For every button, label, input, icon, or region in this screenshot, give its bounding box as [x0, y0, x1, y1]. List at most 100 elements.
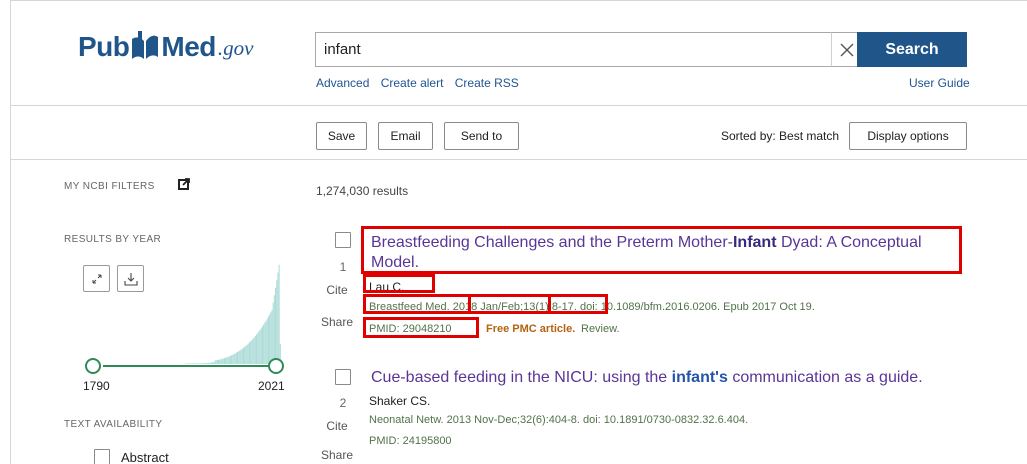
year-bar	[266, 318, 268, 364]
year-bar	[207, 362, 209, 364]
logo-pub: Pub	[78, 31, 130, 62]
header: Pub Med .gov Search Advanced Create aler…	[11, 1, 1027, 106]
results-by-year-chart[interactable]	[91, 256, 281, 366]
cite-button[interactable]: Cite	[317, 283, 357, 297]
save-button[interactable]: Save	[316, 122, 367, 150]
result-title-link[interactable]: Cue-based feeding in the NICU: using the…	[371, 368, 991, 388]
year-bar	[195, 363, 197, 364]
share-button[interactable]: Share	[317, 315, 357, 329]
year-bar	[238, 351, 240, 364]
year-end-handle[interactable]	[268, 358, 284, 374]
year-bar	[220, 359, 222, 364]
year-bar	[196, 363, 198, 364]
year-bar	[228, 356, 230, 364]
year-bar	[259, 329, 261, 364]
highlight-author	[363, 274, 435, 293]
year-bar	[221, 358, 223, 364]
highlight-pmid	[363, 317, 479, 338]
year-bar	[194, 363, 196, 364]
create-alert-link[interactable]: Create alert	[381, 76, 444, 90]
highlight-title	[361, 226, 962, 274]
display-options-button[interactable]: Display options	[849, 122, 967, 150]
year-bar	[244, 346, 246, 364]
year-bar	[222, 358, 224, 364]
logo-gov: .gov	[217, 36, 254, 60]
year-bar	[253, 337, 255, 364]
year-bar	[234, 353, 236, 364]
cite-button[interactable]: Cite	[317, 419, 357, 433]
year-histogram	[186, 264, 281, 364]
year-bar	[208, 362, 210, 364]
year-bar	[210, 362, 212, 364]
free-pmc-badge: Free PMC article.	[486, 323, 576, 335]
year-bar	[267, 316, 269, 364]
highlight-journal	[363, 294, 471, 314]
create-rss-link[interactable]: Create RSS	[455, 76, 519, 90]
year-bar	[262, 326, 263, 364]
text-availability-label: TEXT AVAILABILITY	[64, 419, 163, 430]
year-bar	[215, 360, 217, 364]
abstract-label[interactable]: Abstract	[121, 450, 169, 464]
year-bar	[273, 295, 275, 364]
year-bar	[258, 331, 260, 364]
email-button[interactable]: Email	[378, 122, 433, 150]
year-start-handle[interactable]	[85, 358, 101, 374]
share-button[interactable]: Share	[317, 448, 357, 462]
year-bar	[254, 335, 256, 364]
doi-text: doi: 10.1089/bfm.2016.0206. Epub 2017 Oc…	[580, 301, 815, 313]
year-bar	[260, 328, 262, 364]
year-bar	[191, 363, 193, 364]
year-bar	[248, 342, 250, 364]
year-bar	[257, 332, 259, 364]
year-bar	[186, 363, 187, 364]
result-checkbox[interactable]	[335, 369, 351, 385]
search-options: Advanced Create alert Create RSS	[316, 76, 527, 90]
year-bar	[202, 363, 204, 364]
pubmed-logo[interactable]: Pub Med .gov	[78, 23, 253, 63]
title-text: Cue-based feeding in the NICU: using the	[371, 369, 672, 386]
year-bar	[252, 338, 254, 364]
search-box	[315, 32, 832, 67]
year-bar	[224, 358, 225, 364]
year-bar	[256, 334, 258, 364]
year-bar	[231, 355, 233, 364]
year-bar	[237, 352, 239, 364]
user-guide-link[interactable]: User Guide	[909, 76, 970, 90]
external-link-icon[interactable]	[178, 178, 190, 190]
my-ncbi-filters-label[interactable]: MY NCBI FILTERS	[64, 181, 155, 192]
title-highlight: infant's	[671, 369, 728, 386]
year-bar	[271, 309, 273, 364]
abstract-checkbox[interactable]	[94, 449, 110, 464]
year-bar	[206, 362, 208, 364]
year-bar	[209, 362, 211, 364]
year-bar	[214, 360, 216, 364]
result-checkbox[interactable]	[335, 232, 351, 248]
year-bar	[205, 363, 206, 364]
advanced-link[interactable]: Advanced	[316, 76, 369, 90]
year-bar	[246, 344, 248, 364]
send-to-button[interactable]: Send to	[444, 122, 519, 150]
year-bar	[276, 280, 278, 364]
year-bar	[226, 357, 228, 364]
search-button[interactable]: Search	[857, 32, 967, 67]
year-bar	[275, 287, 277, 364]
results-count: 1,274,030 results	[316, 184, 409, 198]
highlight-date	[468, 294, 551, 314]
sort-label: Sorted by: Best match	[721, 129, 840, 143]
year-range-track	[103, 365, 277, 367]
year-start-label: 1790	[83, 379, 110, 393]
year-bar	[218, 359, 220, 364]
year-bar	[277, 272, 279, 364]
result-index: 2	[339, 396, 347, 410]
year-bar	[265, 320, 267, 364]
page-frame: Pub Med .gov Search Advanced Create aler…	[10, 0, 1027, 464]
year-bar	[250, 341, 252, 364]
year-bar	[272, 302, 274, 364]
title-text: communication as a guide.	[727, 369, 923, 386]
year-bar	[241, 348, 243, 364]
year-bar	[278, 264, 280, 364]
search-input[interactable]	[324, 33, 814, 66]
review-badge: Review.	[581, 323, 620, 335]
year-bar	[219, 359, 221, 364]
year-bar	[247, 343, 249, 364]
